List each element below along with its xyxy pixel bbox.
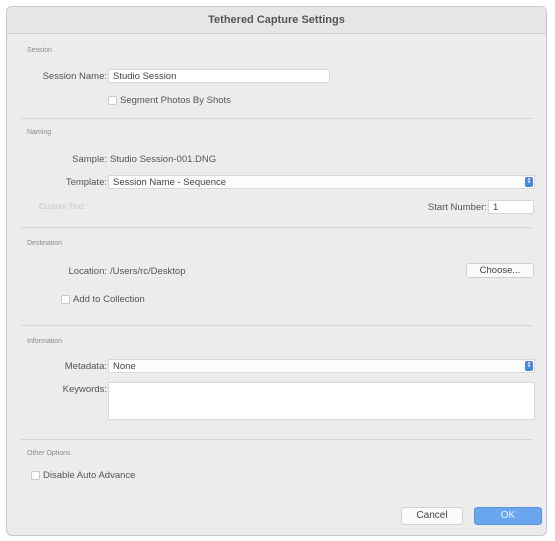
naming-section-label: Naming: [27, 129, 52, 136]
keywords-textarea[interactable]: [108, 382, 535, 420]
sample-value: Studio Session-001.DNG: [110, 154, 217, 165]
metadata-label: Metadata:: [64, 361, 107, 372]
template-label: Template:: [65, 177, 107, 188]
segment-photos-label: Segment Photos By Shots: [120, 95, 231, 106]
dialog-title: Tethered Capture Settings: [7, 7, 546, 34]
information-section-label: Information: [27, 338, 63, 345]
location-value: /Users/rc/Desktop: [110, 266, 186, 277]
add-to-collection-checkbox[interactable]: [61, 295, 70, 304]
session-section-label: Session: [27, 47, 52, 54]
disable-auto-advance-checkbox[interactable]: [31, 471, 40, 480]
custom-text-label: Custom Text:: [39, 202, 86, 211]
destination-section-label: Destination: [27, 240, 63, 247]
keywords-label: Keywords:: [62, 384, 107, 395]
divider: [21, 227, 532, 228]
other-options-section-label: Other Options: [27, 450, 71, 457]
segment-photos-checkbox[interactable]: [108, 96, 117, 105]
tethered-capture-dialog: Tethered Capture Settings Session Sessio…: [6, 6, 547, 536]
up-down-stepper-icon[interactable]: ⇕: [525, 361, 533, 371]
location-label: Location:: [68, 266, 107, 277]
cancel-button[interactable]: Cancel: [401, 507, 463, 525]
divider: [21, 439, 532, 440]
divider: [21, 325, 532, 326]
session-name-label: Session Name:: [42, 71, 107, 82]
divider: [21, 118, 532, 119]
ok-button[interactable]: OK: [474, 507, 542, 525]
choose-button[interactable]: Choose...: [466, 263, 534, 278]
up-down-stepper-icon[interactable]: ⇕: [525, 177, 533, 187]
metadata-select[interactable]: None: [108, 359, 535, 373]
session-name-input[interactable]: Studio Session: [108, 69, 330, 83]
disable-auto-advance-label: Disable Auto Advance: [43, 470, 136, 481]
start-number-input[interactable]: 1: [488, 200, 534, 214]
start-number-label: Start Number:: [427, 202, 487, 213]
sample-label: Sample:: [72, 154, 107, 165]
add-to-collection-label: Add to Collection: [73, 294, 145, 305]
template-select[interactable]: Session Name - Sequence: [108, 175, 535, 189]
